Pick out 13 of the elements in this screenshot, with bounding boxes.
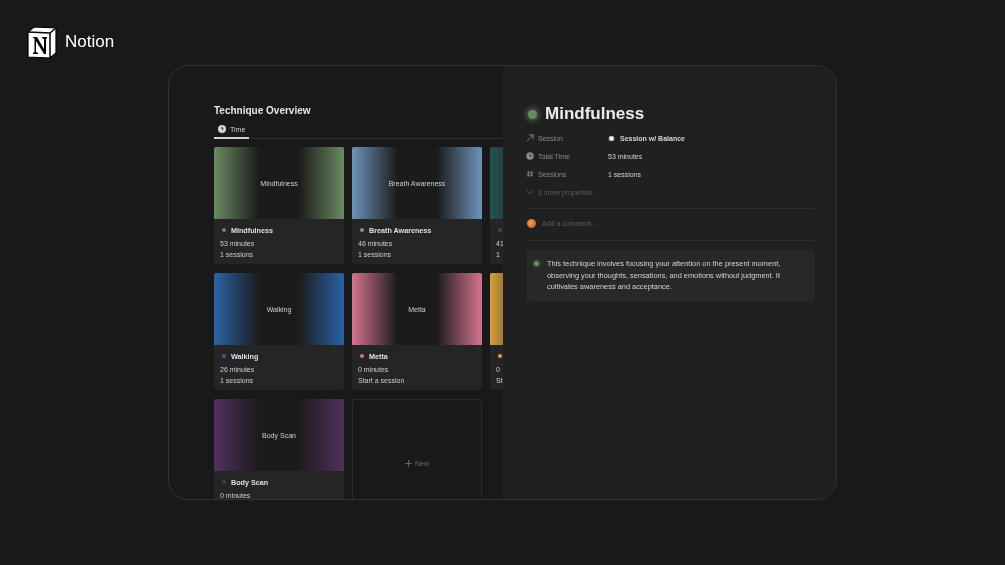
page-title: Mindfulness [545, 104, 645, 124]
logo-icon [25, 25, 59, 59]
dot-icon [534, 261, 539, 266]
gallery-title: Technique Overview [214, 104, 312, 117]
clock-icon [218, 125, 226, 133]
arrow-icon [526, 134, 534, 142]
plus-icon [405, 459, 412, 467]
chevron-down-icon [526, 188, 534, 196]
logo-text: Notion [65, 32, 115, 52]
avatar-icon [527, 218, 536, 228]
status-dot [528, 109, 537, 119]
hash-icon [526, 170, 534, 178]
clock-icon [526, 152, 534, 160]
